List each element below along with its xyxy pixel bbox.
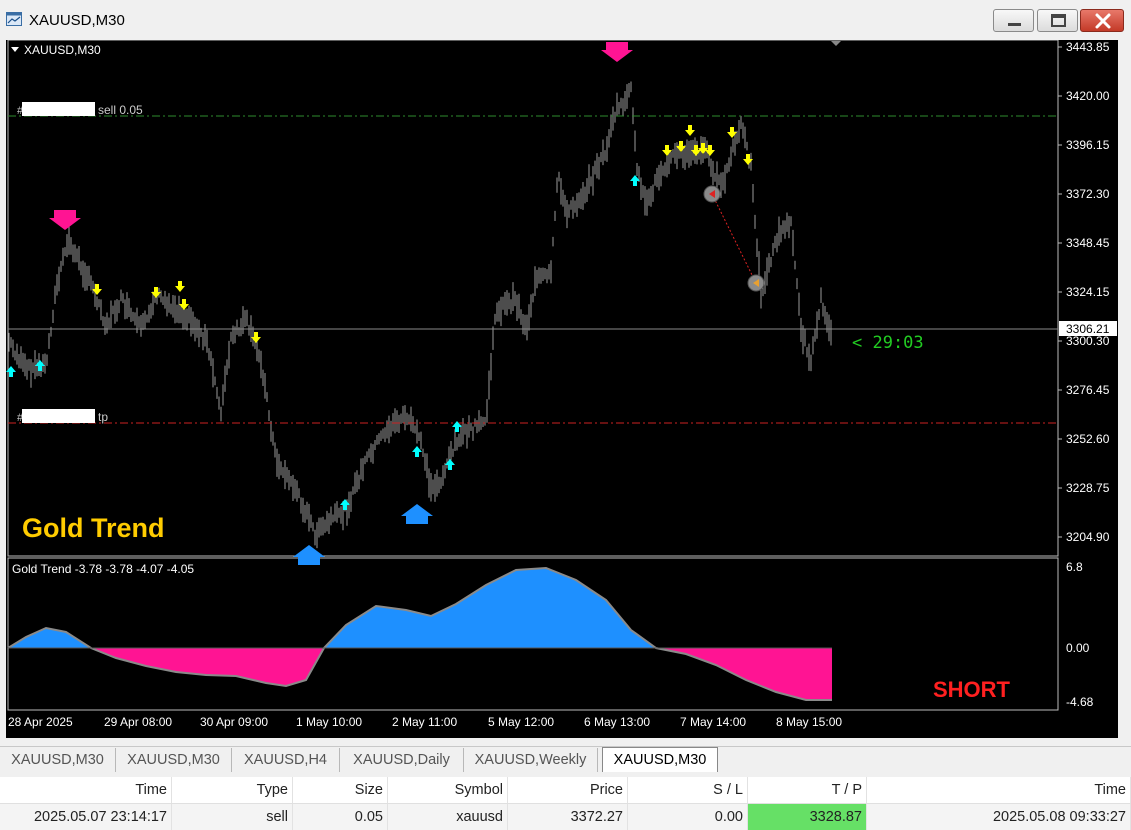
column-header[interactable]: T / P (748, 777, 867, 803)
column-header[interactable]: Time (867, 777, 1131, 803)
chart-window[interactable]: # sell 0.05 # tp XAUUSD,M30 Gold Trend <… (6, 40, 1118, 738)
trade-table: Time Type Size Symbol Price S / LT / P Time 20… (0, 777, 1131, 830)
indicator-watermark: Gold Trend (22, 513, 165, 543)
column-header[interactable]: Time (0, 777, 172, 803)
indicator-tick-label: 0.00 (1066, 641, 1090, 655)
current-price-label: 3306.21 (1066, 322, 1110, 336)
chart-tab[interactable]: XAUUSD,M30 (116, 748, 232, 772)
redacted-ticket (22, 102, 95, 116)
price-tick-label: 3252.60 (1066, 432, 1110, 446)
chart-tab[interactable]: XAUUSD,Weekly (464, 748, 598, 772)
time-tick-label: 5 May 12:00 (488, 715, 554, 729)
indicator-axis: 6.8 0.00 -4.68 (1066, 560, 1094, 709)
time-tick-label: 1 May 10:00 (296, 715, 362, 729)
table-row[interactable]: 2025.05.07 23:14:17 sell 0.05 xauusd 3372.27… (0, 804, 1131, 830)
chart-symbol-label: XAUUSD,M30 (24, 43, 101, 57)
chart-tabs: XAUUSD,M30 XAUUSD,M30 XAUUSD,H4 XAUUSD,Dail… (0, 746, 1131, 774)
price-chart[interactable]: # sell 0.05 # tp XAUUSD,M30 Gold Trend <… (6, 40, 1118, 738)
table-cell: 2025.05.07 23:14:17 (0, 804, 172, 830)
price-tick-label: 3276.45 (1066, 383, 1110, 397)
table-cell: sell (172, 804, 293, 830)
table-cell: 0.00 (628, 804, 748, 830)
price-tick-label: 3204.90 (1066, 530, 1110, 544)
table-cell: xauusd (388, 804, 508, 830)
table-cell: 3328.87 (748, 804, 867, 830)
chart-tab[interactable]: XAUUSD,M30 (0, 748, 116, 772)
time-tick-label: 28 Apr 2025 (8, 715, 73, 729)
signal-label: SHORT (933, 677, 1011, 702)
chart-tab[interactable]: XAUUSD,M30 (602, 747, 718, 772)
price-tick-label: 3396.15 (1066, 138, 1110, 152)
time-tick-label: 8 May 15:00 (776, 715, 842, 729)
time-tick-label: 30 Apr 09:00 (200, 715, 268, 729)
price-tick-label: 3420.00 (1066, 89, 1110, 103)
column-header[interactable]: Symbol (388, 777, 508, 803)
column-header[interactable]: Size (293, 777, 388, 803)
maximize-button[interactable] (1037, 9, 1078, 32)
price-tick-label: 3372.30 (1066, 187, 1110, 201)
table-header: Time Type Size Symbol Price S / LT / P Time (0, 777, 1131, 804)
bar-countdown: < 29:03 (852, 333, 924, 353)
table-cell: 0.05 (293, 804, 388, 830)
column-header[interactable]: Price (508, 777, 628, 803)
price-tick-label: 3324.15 (1066, 285, 1110, 299)
price-tick-label: 3348.45 (1066, 236, 1110, 250)
time-tick-label: 29 Apr 08:00 (104, 715, 172, 729)
table-cell: 2025.05.08 09:33:27 (867, 804, 1131, 830)
indicator-tick-label: -4.68 (1066, 695, 1094, 709)
time-tick-label: 2 May 11:00 (392, 715, 457, 729)
close-button[interactable] (1080, 9, 1124, 32)
tp-label: tp (98, 410, 108, 424)
table-cell: 3372.27 (508, 804, 628, 830)
price-tick-label: 3300.30 (1066, 334, 1110, 348)
redacted-ticket (22, 409, 95, 423)
window-title: XAUUSD,M30 (29, 12, 125, 29)
column-header[interactable]: Type (172, 777, 293, 803)
minimize-button[interactable] (993, 9, 1034, 32)
indicator-tick-label: 6.8 (1066, 560, 1083, 574)
sell-order-label: sell 0.05 (98, 103, 143, 117)
chart-window-icon (6, 12, 22, 26)
title-bar: XAUUSD,M30 (0, 0, 1131, 40)
column-header[interactable]: S / L (628, 777, 748, 803)
time-tick-label: 7 May 14:00 (680, 715, 746, 729)
time-tick-label: 6 May 13:00 (584, 715, 650, 729)
chart-tab[interactable]: XAUUSD,Daily (340, 748, 464, 772)
price-tick-label: 3443.85 (1066, 40, 1110, 54)
indicator-header: Gold Trend -3.78 -3.78 -4.07 -4.05 (12, 562, 194, 576)
chart-tab[interactable]: XAUUSD,H4 (232, 748, 340, 772)
price-tick-label: 3228.75 (1066, 481, 1110, 495)
price-axis: 3443.85 3420.00 3396.15 3372.30 3348.45 3324.… (1058, 40, 1110, 544)
time-axis: 28 Apr 2025 29 Apr 08:00 30 Apr 09:00 1 May… (8, 715, 842, 729)
